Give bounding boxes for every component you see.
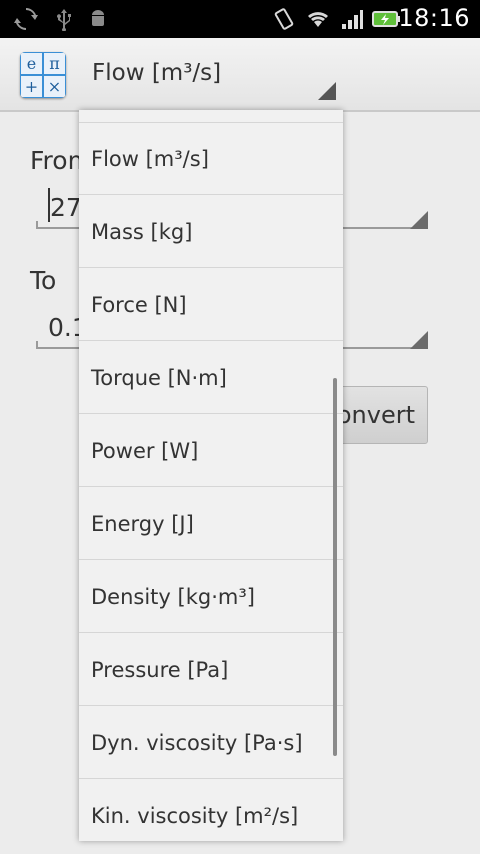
to-label: To: [30, 266, 57, 295]
logo-pi-glyph: π: [44, 53, 65, 74]
dropdown-item-label: Pressure [Pa]: [91, 657, 229, 682]
from-unit-dropdown-icon[interactable]: [410, 211, 428, 229]
dropdown-item-pressure[interactable]: Pressure [Pa]: [79, 634, 343, 706]
app-bar: e π + × Flow [m³/s]: [0, 38, 480, 112]
logo-plus-glyph: +: [21, 76, 42, 97]
dropdown-item-label: Density [kg·m³]: [91, 584, 255, 609]
status-bar: 18:16: [0, 0, 480, 38]
spinner-dropdown-arrow-icon[interactable]: [318, 82, 336, 100]
sync-icon: [14, 8, 38, 30]
dropdown-item-label: Force [N]: [91, 292, 187, 317]
usb-icon: [57, 9, 71, 31]
dropdown-item-label: Power [W]: [91, 438, 199, 463]
battery-charging-icon: [372, 11, 400, 27]
dropdown-item-force[interactable]: Force [N]: [79, 269, 343, 341]
status-time: 18:16: [398, 4, 470, 32]
dropdown-item-power[interactable]: Power [W]: [79, 415, 343, 487]
logo-times-glyph: ×: [44, 76, 65, 97]
dropdown-scrollbar[interactable]: [333, 378, 337, 756]
to-unit-dropdown-icon[interactable]: [410, 331, 428, 349]
dropdown-item-label: Torque [N·m]: [91, 365, 227, 390]
dropdown-item-dyn-viscosity[interactable]: Dyn. viscosity [Pa·s]: [79, 707, 343, 779]
dropdown-item-flow[interactable]: Flow [m³/s]: [79, 123, 343, 195]
category-spinner[interactable]: Flow [m³/s]: [92, 60, 221, 86]
dropdown-item-energy[interactable]: Energy [J]: [79, 488, 343, 560]
to-input-tick: [36, 341, 38, 349]
dropdown-top-edge: [79, 110, 343, 123]
dropdown-item-torque[interactable]: Torque [N·m]: [79, 342, 343, 414]
dropdown-item-mass[interactable]: Mass [kg]: [79, 196, 343, 268]
logo-e-glyph: e: [21, 53, 42, 74]
signal-icon: [342, 10, 363, 29]
dropdown-item-label: Dyn. viscosity [Pa·s]: [91, 730, 303, 755]
category-dropdown-list[interactable]: Flow [m³/s] Mass [kg] Force [N] Torque […: [79, 110, 343, 841]
dropdown-item-label: Mass [kg]: [91, 219, 193, 244]
from-input-tick: [36, 221, 38, 229]
vibrate-icon: [274, 8, 294, 30]
dropdown-item-kin-viscosity[interactable]: Kin. viscosity [m²/s]: [79, 780, 343, 841]
dropdown-item-label: Energy [J]: [91, 511, 194, 536]
app-logo[interactable]: e π + ×: [20, 52, 66, 98]
dropdown-item-label: Flow [m³/s]: [91, 146, 209, 171]
from-input[interactable]: 27: [50, 193, 82, 222]
dropdown-item-density[interactable]: Density [kg·m³]: [79, 561, 343, 633]
android-debug-icon: [92, 10, 104, 26]
wifi-icon: [308, 12, 328, 27]
dropdown-item-label: Kin. viscosity [m²/s]: [91, 804, 299, 828]
